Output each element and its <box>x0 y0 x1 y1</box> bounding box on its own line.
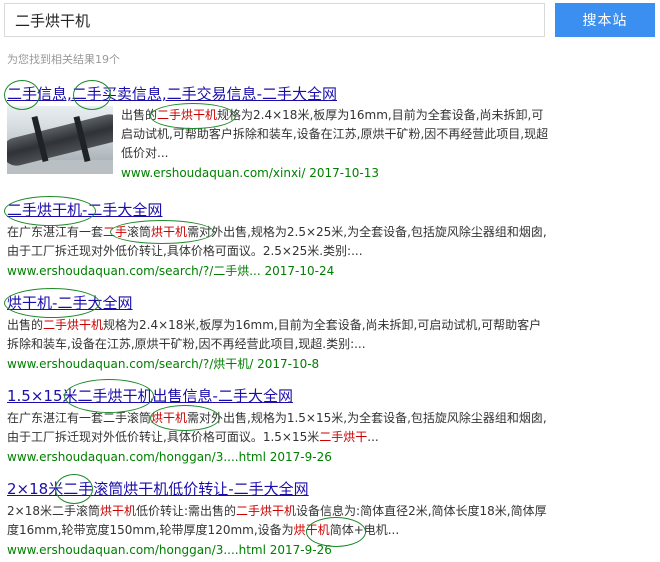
annotation-circle <box>110 220 214 244</box>
annotation-circle <box>73 80 111 110</box>
result-thumbnail[interactable] <box>7 106 113 174</box>
result-count: 为您找到相关结果19个 <box>7 53 120 66</box>
annotation-circle <box>306 517 366 547</box>
search-bar <box>4 3 545 37</box>
annotation-circle <box>4 196 96 226</box>
annotation-circle <box>150 405 220 431</box>
result-url[interactable]: www.ershoudaquan.com/honggan/3....html 2… <box>7 541 552 559</box>
result-url[interactable]: www.ershoudaquan.com/search/?/二手烘... 201… <box>7 262 552 280</box>
result-url[interactable]: www.ershoudaquan.com/honggan/3....html 2… <box>7 448 552 466</box>
annotation-circle <box>55 474 93 504</box>
result-snippet: 出售的二手烘干机规格为2.4×18米,板厚为16mm,目前为全套设备,尚未拆卸,… <box>7 318 542 351</box>
annotation-circle <box>4 80 40 110</box>
annotation-circle <box>4 288 100 318</box>
annotation-circle <box>150 103 236 129</box>
result-url[interactable]: www.ershoudaquan.com/search/?/烘干机/ 2017-… <box>7 355 552 373</box>
result-url[interactable]: www.ershoudaquan.com/xinxi/ 2017-10-13 <box>121 164 551 182</box>
result-snippet: 2×18米二手滚筒烘干机低价转让:需出售的二手烘干机设备信息为:简体直径2米,简… <box>7 504 547 537</box>
search-button[interactable]: 搜本站 <box>555 3 655 37</box>
result-snippet: 在广东湛江有一套二手滚筒烘干机需对外出售,规格为2.5×25米,为全套设备,包括… <box>7 225 547 258</box>
search-input[interactable] <box>5 4 544 36</box>
result-snippet: 在广东湛江有一套二手滚筒烘干机需对外出售,规格为1.5×15米,为全套设备,包括… <box>7 411 547 444</box>
annotation-circle <box>64 379 154 413</box>
